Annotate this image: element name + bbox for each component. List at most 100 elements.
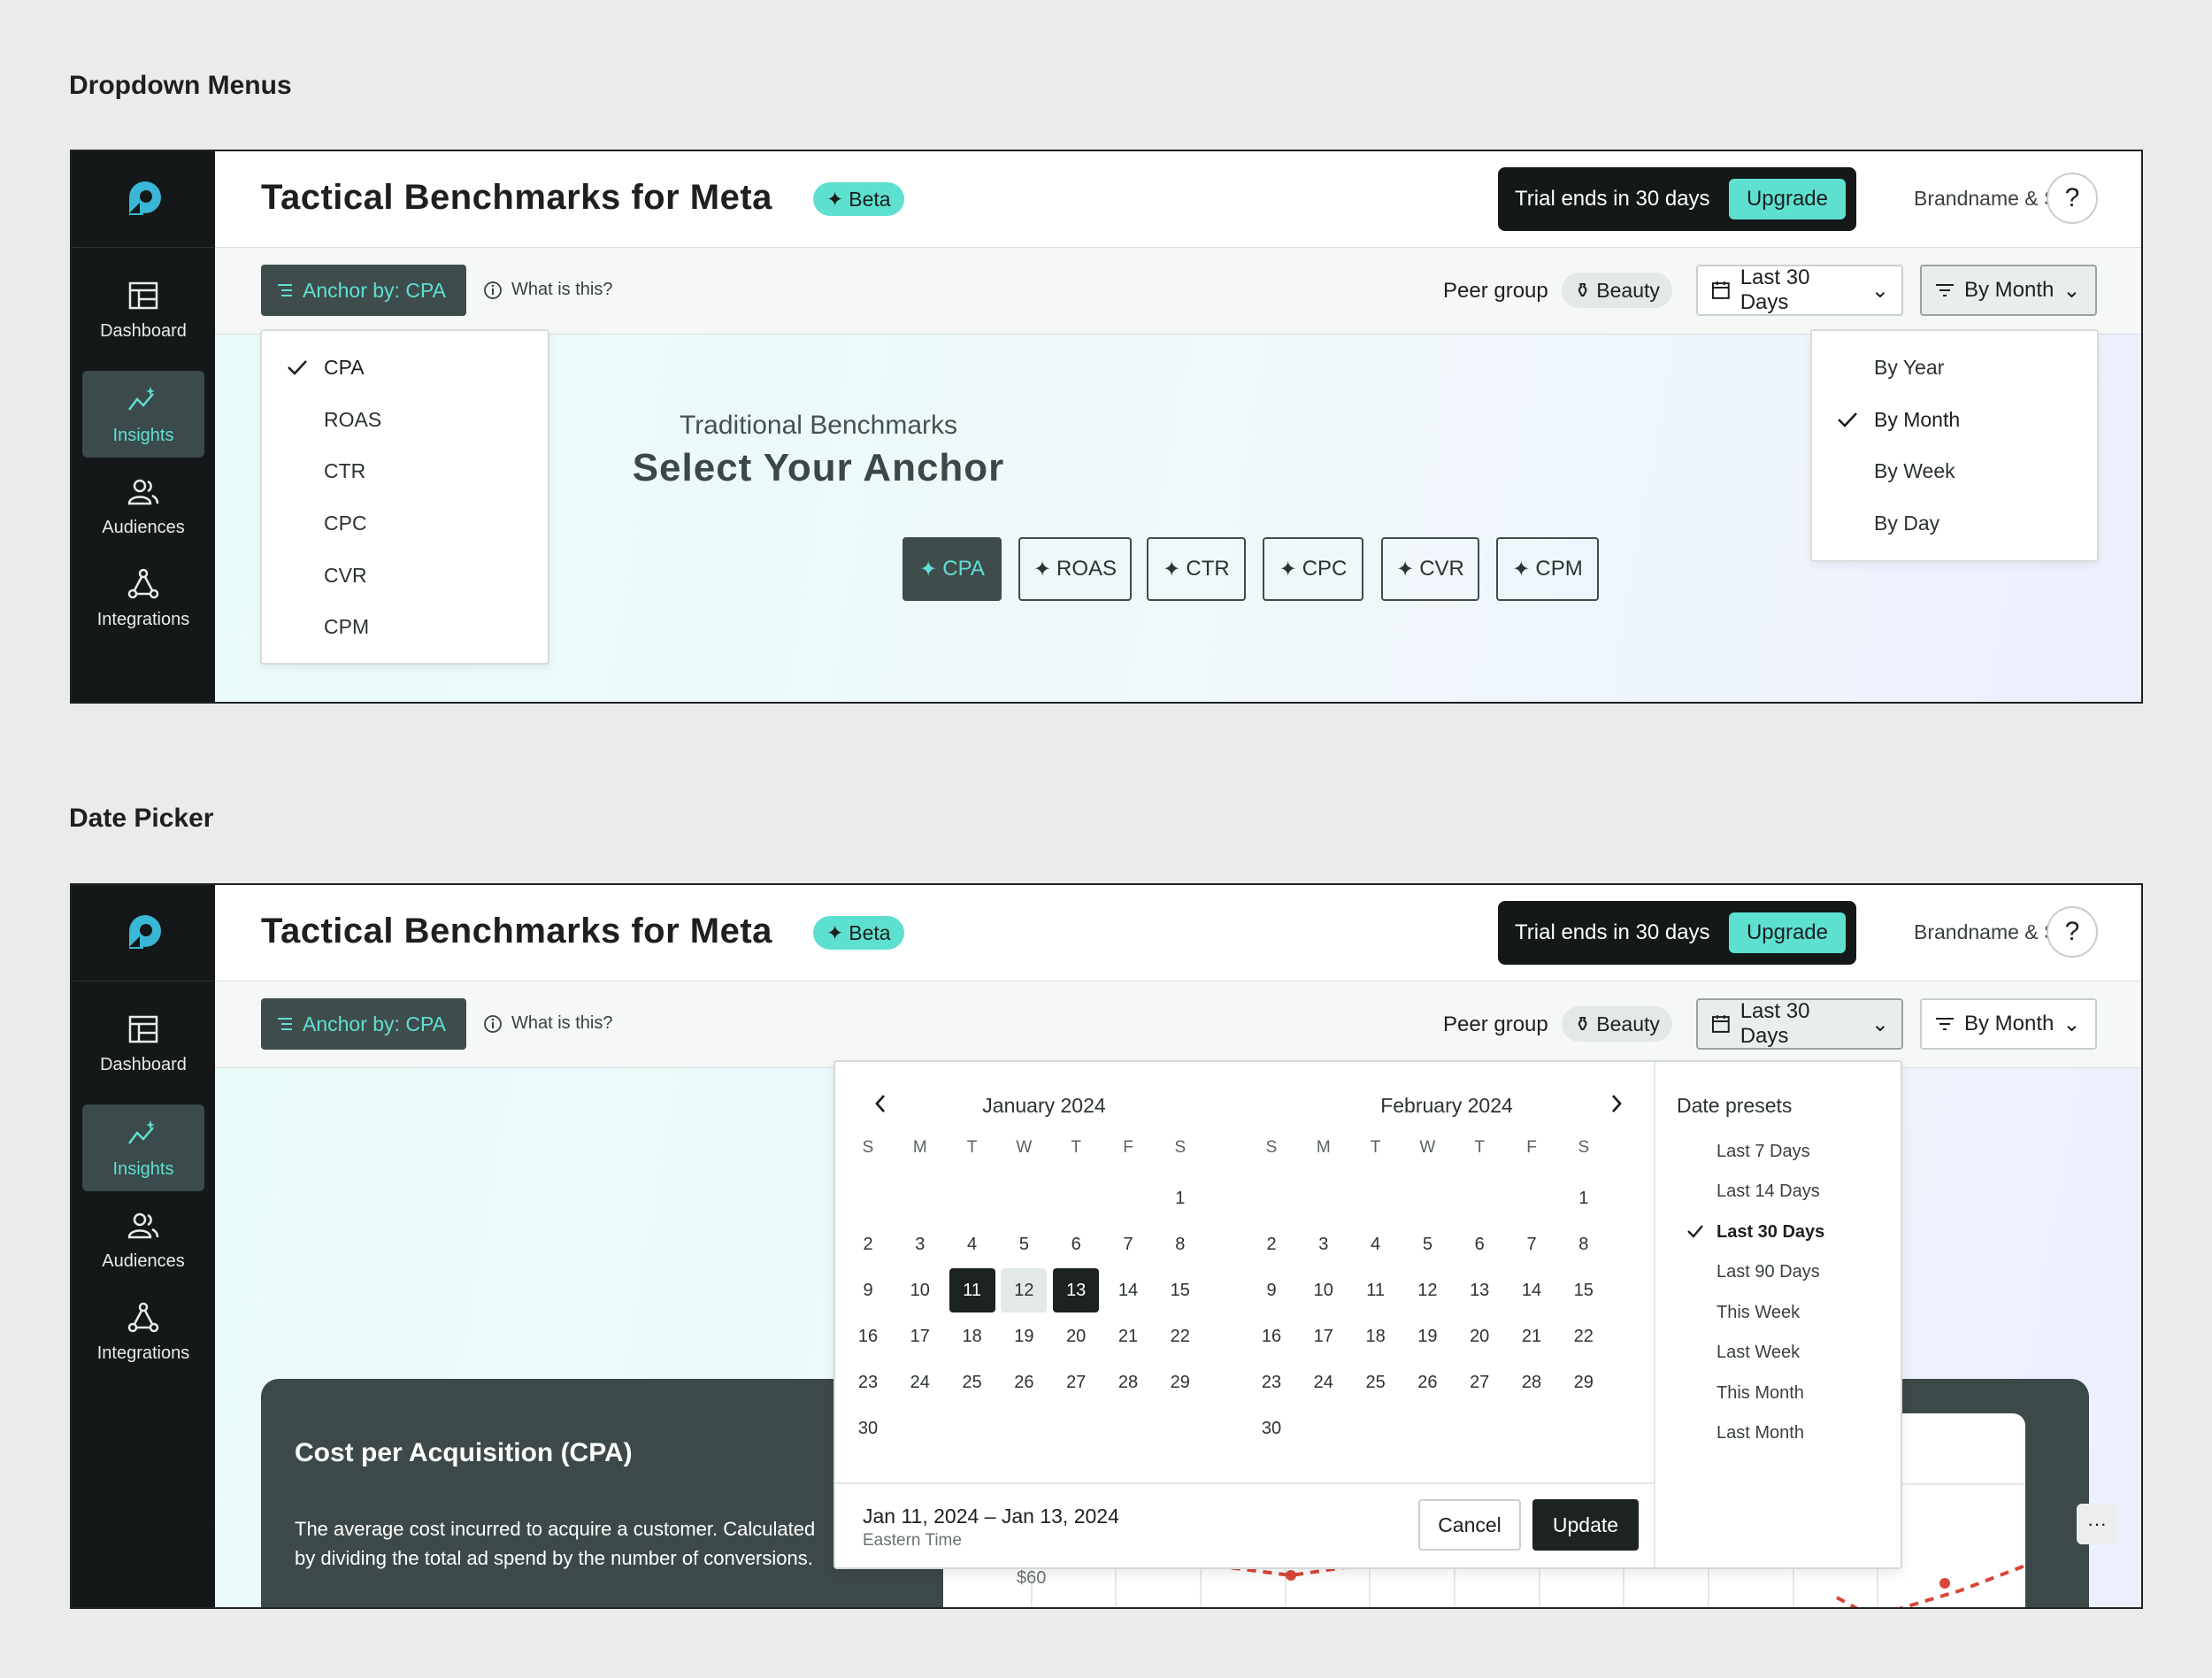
anchor-option-cvr[interactable]: CVR	[262, 550, 548, 602]
calendar-day[interactable]: 25	[949, 1360, 995, 1405]
metric-button-ctr[interactable]: ✦ CTR	[1147, 537, 1246, 601]
preset-this-month[interactable]: This Month	[1717, 1383, 1804, 1404]
calendar-day[interactable]: 27	[1053, 1360, 1099, 1405]
calendar-day[interactable]: 7	[1509, 1222, 1555, 1266]
calendar-day[interactable]: 16	[845, 1314, 891, 1359]
calendar-day[interactable]: 30	[845, 1406, 891, 1451]
calendar-day[interactable]: 26	[1404, 1360, 1450, 1405]
calendar-day[interactable]: 20	[1053, 1314, 1099, 1359]
calendar-day[interactable]: 9	[1248, 1268, 1294, 1312]
calendar-day[interactable]: 30	[1248, 1406, 1294, 1451]
prev-month-button[interactable]	[867, 1090, 894, 1117]
calendar-day[interactable]: 23	[1248, 1360, 1294, 1405]
metric-button-cpa[interactable]: ✦ CPA	[902, 537, 1002, 601]
group-option-week[interactable]: By Week	[1812, 445, 2097, 497]
calendar-day[interactable]: 4	[949, 1222, 995, 1266]
calendar-day[interactable]: 4	[1353, 1222, 1399, 1266]
calendar-day[interactable]: 17	[1301, 1314, 1347, 1359]
group-option-month[interactable]: By Month	[1812, 394, 2097, 446]
preset-this-week[interactable]: This Week	[1717, 1303, 1800, 1323]
metric-button-cvr[interactable]: ✦ CVR	[1381, 537, 1479, 601]
calendar-day[interactable]: 5	[1001, 1222, 1047, 1266]
calendar-day[interactable]: 7	[1105, 1222, 1151, 1266]
anchor-button[interactable]: Anchor by: CPA	[261, 998, 466, 1050]
calendar-day[interactable]: 28	[1509, 1360, 1555, 1405]
calendar-day[interactable]: 2	[845, 1222, 891, 1266]
calendar-day[interactable]: 27	[1456, 1360, 1502, 1405]
more-options-button[interactable]: ···	[2077, 1504, 2117, 1544]
upgrade-button[interactable]: Upgrade	[1728, 179, 1846, 219]
sidebar-item-dashboard[interactable]: Dashboard	[82, 1000, 204, 1087]
calendar-day[interactable]: 10	[897, 1268, 943, 1312]
logo[interactable]	[72, 151, 215, 248]
calendar-day[interactable]: 18	[949, 1314, 995, 1359]
calendar-day[interactable]: 8	[1561, 1222, 1607, 1266]
preset-last-30-days[interactable]: Last 30 Days	[1717, 1222, 1824, 1243]
calendar-day[interactable]: 26	[1001, 1360, 1047, 1405]
preset-last-14-days[interactable]: Last 14 Days	[1717, 1182, 1820, 1202]
group-option-year[interactable]: By Year	[1812, 342, 2097, 394]
logo[interactable]	[72, 885, 215, 981]
sidebar-item-dashboard[interactable]: Dashboard	[82, 266, 204, 353]
calendar-day[interactable]: 11	[949, 1268, 995, 1312]
calendar-day[interactable]: 2	[1248, 1222, 1294, 1266]
what-is-this-link[interactable]: What is this?	[483, 280, 612, 300]
help-button[interactable]: ?	[2047, 173, 2098, 224]
cancel-button[interactable]: Cancel	[1418, 1499, 1521, 1551]
calendar-day[interactable]: 5	[1404, 1222, 1450, 1266]
calendar-day[interactable]: 25	[1353, 1360, 1399, 1405]
calendar-day[interactable]: 3	[897, 1222, 943, 1266]
calendar-day[interactable]: 19	[1001, 1314, 1047, 1359]
calendar-day[interactable]: 11	[1353, 1268, 1399, 1312]
calendar-day[interactable]: 9	[845, 1268, 891, 1312]
calendar-day[interactable]: 1	[1561, 1176, 1607, 1220]
calendar-day[interactable]: 3	[1301, 1222, 1347, 1266]
calendar-day[interactable]: 6	[1053, 1222, 1099, 1266]
metric-button-cpm[interactable]: ✦ CPM	[1496, 537, 1599, 601]
anchor-option-roas[interactable]: ROAS	[262, 394, 548, 446]
calendar-day[interactable]: 21	[1105, 1314, 1151, 1359]
calendar-day[interactable]: 14	[1105, 1268, 1151, 1312]
anchor-option-cpc[interactable]: CPC	[262, 497, 548, 550]
calendar-day[interactable]: 20	[1456, 1314, 1502, 1359]
group-by-select[interactable]: By Month ⌄	[1920, 998, 2097, 1050]
sidebar-item-integrations[interactable]: Integrations	[82, 1289, 204, 1375]
preset-last-month[interactable]: Last Month	[1717, 1423, 1804, 1443]
peer-group-chip[interactable]: ⚱ Beauty	[1562, 273, 1672, 308]
calendar-day[interactable]: 17	[897, 1314, 943, 1359]
calendar-day[interactable]: 22	[1157, 1314, 1203, 1359]
anchor-option-ctr[interactable]: CTR	[262, 445, 548, 497]
calendar-day[interactable]: 6	[1456, 1222, 1502, 1266]
anchor-option-cpa[interactable]: CPA	[262, 342, 548, 394]
date-range-select[interactable]: Last 30 Days ⌄	[1696, 998, 1903, 1050]
metric-button-cpc[interactable]: ✦ CPC	[1263, 537, 1363, 601]
anchor-button[interactable]: Anchor by: CPA	[261, 265, 466, 316]
help-button[interactable]: ?	[2047, 906, 2098, 958]
calendar-day[interactable]: 12	[1404, 1268, 1450, 1312]
calendar-day[interactable]: 15	[1561, 1268, 1607, 1312]
preset-last-7-days[interactable]: Last 7 Days	[1717, 1142, 1810, 1162]
metric-button-roas[interactable]: ✦ ROAS	[1018, 537, 1132, 601]
date-range-select[interactable]: Last 30 Days ⌄	[1696, 265, 1903, 316]
calendar-day[interactable]: 24	[897, 1360, 943, 1405]
update-button[interactable]: Update	[1532, 1499, 1639, 1551]
calendar-day[interactable]: 8	[1157, 1222, 1203, 1266]
calendar-day[interactable]: 22	[1561, 1314, 1607, 1359]
calendar-day[interactable]: 1	[1157, 1176, 1203, 1220]
calendar-day[interactable]: 10	[1301, 1268, 1347, 1312]
sidebar-item-insights[interactable]: Insights	[82, 371, 204, 458]
group-option-day[interactable]: By Day	[1812, 497, 2097, 550]
sidebar-item-integrations[interactable]: Integrations	[82, 555, 204, 642]
calendar-day[interactable]: 18	[1353, 1314, 1399, 1359]
anchor-option-cpm[interactable]: CPM	[262, 601, 548, 653]
calendar-day[interactable]: 15	[1157, 1268, 1203, 1312]
preset-last-90-days[interactable]: Last 90 Days	[1717, 1262, 1820, 1282]
next-month-button[interactable]	[1603, 1090, 1630, 1117]
upgrade-button[interactable]: Upgrade	[1728, 912, 1846, 953]
calendar-day[interactable]: 19	[1404, 1314, 1450, 1359]
calendar-day[interactable]: 23	[845, 1360, 891, 1405]
sidebar-item-audiences[interactable]: Audiences	[82, 463, 204, 550]
sidebar-item-audiences[interactable]: Audiences	[82, 1197, 204, 1283]
group-by-select[interactable]: By Month ⌄	[1920, 265, 2097, 316]
calendar-day[interactable]: 16	[1248, 1314, 1294, 1359]
